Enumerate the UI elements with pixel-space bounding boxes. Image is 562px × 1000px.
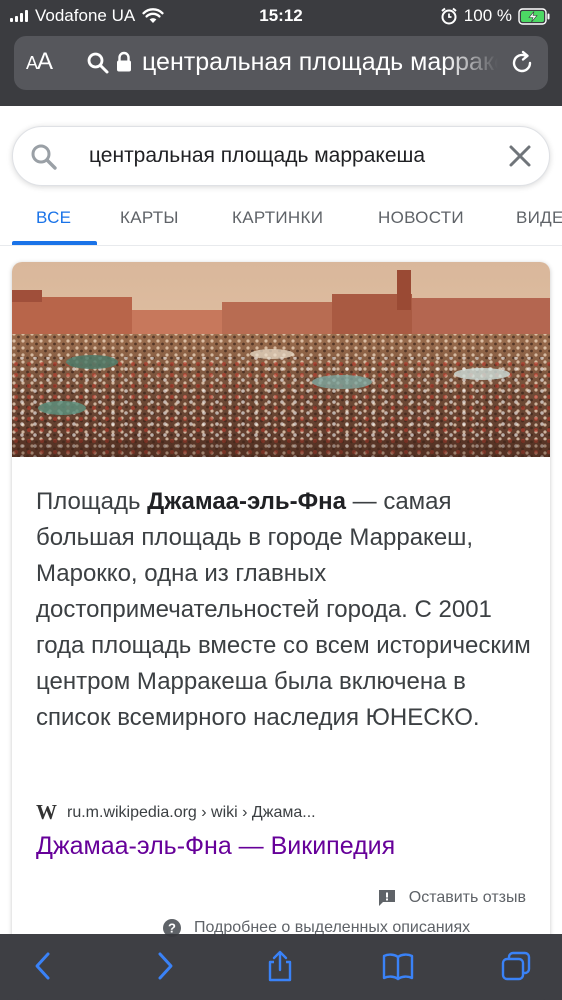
feedback-icon [378, 890, 395, 906]
tab-images[interactable]: КАРТИНКИ [232, 208, 323, 228]
tab-maps[interactable]: КАРТЫ [120, 208, 179, 228]
search-box[interactable]: центральная площадь марракеша [12, 126, 550, 186]
search-tabs: ВСЕ КАРТЫ КАРТИНКИ НОВОСТИ ВИДЕО [0, 196, 562, 246]
wikipedia-icon: W [36, 800, 57, 824]
result-source[interactable]: W ru.m.wikipedia.org › wiki › Джама... [36, 800, 316, 825]
search-icon[interactable] [29, 142, 59, 172]
feedback-label[interactable]: Оставить отзыв [409, 889, 526, 907]
search-query[interactable]: центральная площадь марракеша [89, 144, 425, 168]
snippet-bold-term: Джамаа-эль-Фна [147, 488, 346, 515]
chevron-right-icon[interactable] [148, 950, 180, 982]
address-bar[interactable]: AA центральная площадь марракеша [14, 36, 548, 90]
tabs-icon[interactable] [500, 950, 532, 982]
snippet-start: Площадь [36, 488, 148, 515]
status-right: 100 % [440, 6, 550, 26]
reload-icon[interactable] [508, 49, 536, 77]
browser-toolbar [0, 934, 562, 1000]
feedback-button[interactable]: Оставить отзыв [377, 888, 526, 908]
browser-top-bar: Vodafone UA 15:12 100 % AA центральная п… [0, 0, 562, 106]
battery-charging-icon [518, 7, 550, 25]
snippet-text: Площадь Джамаа-эль-Фна — самая большая п… [36, 484, 536, 736]
lock-icon [117, 51, 131, 72]
source-breadcrumb[interactable]: ru.m.wikipedia.org › wiki › Джама... [67, 804, 316, 822]
url-text[interactable]: центральная площадь марракеша [142, 48, 498, 77]
square-photo[interactable] [12, 262, 550, 457]
snippet-rest: — самая большая площадь в городе Марраке… [36, 488, 531, 731]
tab-news[interactable]: НОВОСТИ [378, 208, 464, 228]
featured-snippet-card: Площадь Джамаа-эль-Фна — самая большая п… [12, 262, 550, 1000]
result-title-link[interactable]: Джамаа-эль-Фна — Википедия [36, 832, 395, 861]
tab-video[interactable]: ВИДЕО [516, 208, 562, 228]
book-icon[interactable] [382, 950, 414, 982]
tab-all[interactable]: ВСЕ [36, 208, 71, 228]
share-icon[interactable] [264, 950, 296, 982]
battery-percent: 100 % [463, 6, 512, 25]
text-size-button[interactable]: AA [26, 48, 53, 76]
status-bar: Vodafone UA 15:12 100 % [0, 0, 562, 32]
magnifier-icon [87, 52, 109, 74]
chevron-left-icon[interactable] [28, 950, 60, 982]
active-tab-indicator [12, 241, 97, 245]
alarm-icon [441, 7, 457, 25]
close-icon[interactable] [507, 143, 533, 169]
